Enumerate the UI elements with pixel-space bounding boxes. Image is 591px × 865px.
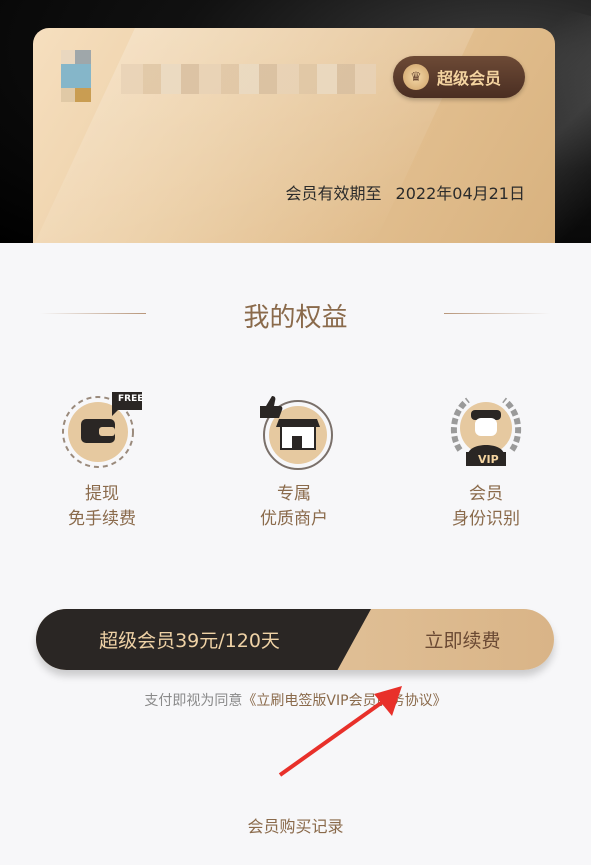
user-name-blurred bbox=[121, 64, 376, 94]
title-divider-right bbox=[444, 313, 550, 314]
benefit-identity[interactable]: VIP 会员 身份识别 bbox=[401, 392, 571, 532]
benefit-line2: 身份识别 bbox=[452, 509, 520, 529]
benefit-line2: 免手续费 bbox=[68, 509, 136, 529]
benefit-line1: 提现 bbox=[85, 484, 119, 504]
benefit-label: 提现 免手续费 bbox=[17, 482, 187, 532]
benefit-withdraw[interactable]: FREE 提现 免手续费 bbox=[17, 392, 187, 532]
vip-laurel-avatar-icon: VIP bbox=[446, 392, 526, 472]
agreement-prefix: 支付即视为同意 bbox=[144, 693, 243, 709]
membership-card: ♛ 超级会员 会员有效期至 2022年04月21日 bbox=[33, 28, 555, 243]
expiry-info: 会员有效期至 2022年04月21日 bbox=[286, 180, 525, 204]
expiry-label: 会员有效期至 bbox=[285, 184, 382, 203]
crown-icon: ♛ bbox=[403, 64, 429, 90]
wallet-free-icon: FREE bbox=[62, 392, 150, 472]
renew-now-button[interactable]: 立即续费 bbox=[371, 609, 554, 670]
benefit-label: 专属 优质商户 bbox=[209, 482, 379, 532]
benefit-line2: 优质商户 bbox=[260, 509, 328, 529]
purchase-records-link[interactable]: 会员购买记录 bbox=[0, 813, 591, 837]
free-tag: FREE bbox=[118, 394, 144, 404]
red-arrow-annotation bbox=[278, 686, 402, 777]
user-avatar bbox=[61, 50, 105, 102]
super-member-badge[interactable]: ♛ 超级会员 bbox=[393, 56, 525, 98]
expiry-date: 2022年04月21日 bbox=[395, 184, 525, 203]
vip-tag: VIP bbox=[478, 453, 499, 466]
benefit-line1: 会员 bbox=[469, 484, 503, 504]
plan-price: 超级会员39元/120天 bbox=[36, 609, 371, 670]
benefits-title: 我的权益 bbox=[243, 303, 348, 333]
badge-label: 超级会员 bbox=[437, 69, 502, 88]
benefit-label: 会员 身份识别 bbox=[401, 482, 571, 532]
benefit-merchants[interactable]: 专属 优质商户 bbox=[209, 392, 379, 532]
storefront-thumbs-up-icon bbox=[254, 392, 334, 472]
plan-label: 超级会员39元/120天 bbox=[99, 630, 280, 652]
renew-bar[interactable]: 超级会员39元/120天 立即续费 bbox=[36, 609, 554, 670]
benefit-line1: 专属 bbox=[277, 484, 311, 504]
